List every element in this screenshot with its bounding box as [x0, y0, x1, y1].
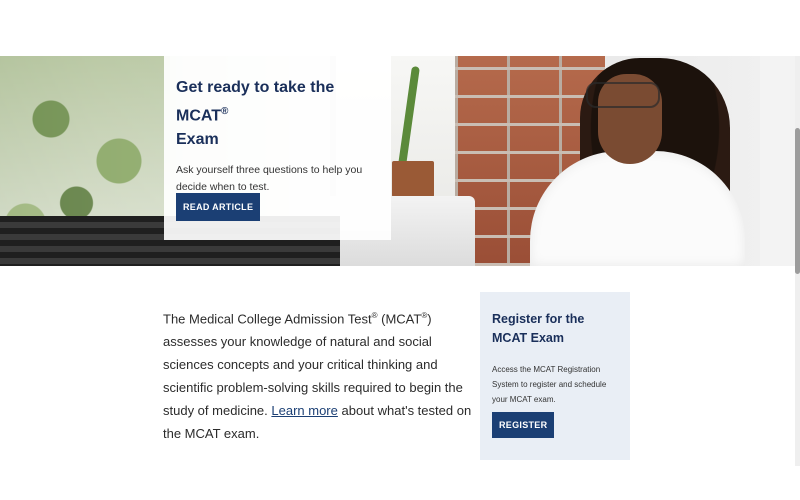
- hero-student-photo: [530, 56, 760, 266]
- hero-title: Get ready to take the MCAT® Exam: [176, 79, 335, 149]
- register-title: Register for the MCAT Exam: [492, 312, 585, 345]
- learn-more-link[interactable]: Learn more: [271, 403, 337, 418]
- read-article-button[interactable]: READ ARTICLE: [176, 193, 261, 221]
- hero-banner: [0, 56, 795, 266]
- intro-paragraph: The Medical College Admission Test® (MCA…: [163, 311, 472, 442]
- register-card: Register for the MCAT Exam Access the MC…: [480, 292, 630, 460]
- scrollbar-thumb[interactable]: [795, 128, 800, 274]
- register-button[interactable]: REGISTER: [492, 412, 555, 438]
- hero-card: Get ready to take the MCAT® Exam Ask you…: [164, 56, 391, 240]
- register-description: Access the MCAT Registration System to r…: [492, 365, 607, 404]
- hero-description: Ask yourself three questions to help you…: [176, 164, 363, 194]
- hero-plant-pot-image: [392, 161, 434, 201]
